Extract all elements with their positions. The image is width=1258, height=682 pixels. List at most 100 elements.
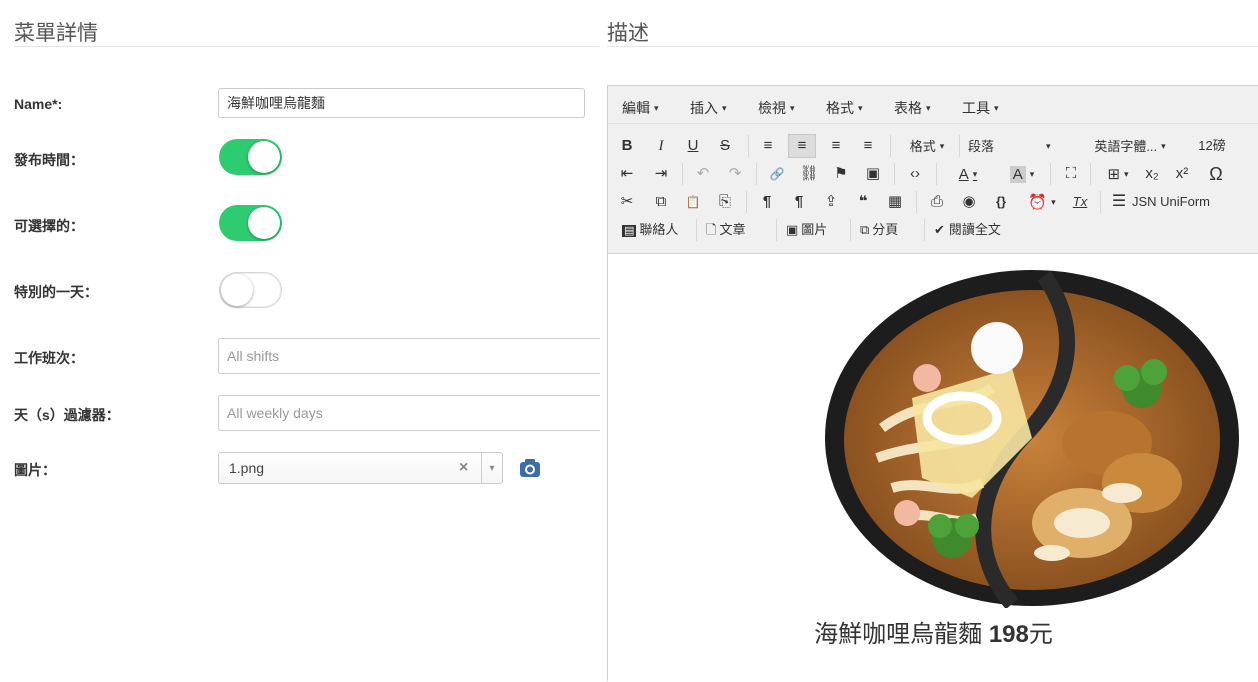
variable-icon[interactable]: {} [988,190,1014,214]
publish-toggle[interactable] [219,139,282,175]
readmore-button[interactable]: ✔ 閱讀全文 [934,218,1024,242]
preview-icon[interactable]: ◉ [958,190,980,214]
template-icon[interactable]: ▦ [884,190,906,214]
font-family-dropdown[interactable]: 英語字體... ▾ [1080,134,1180,158]
unlink-icon[interactable]: ⛓ [798,162,820,186]
omega-icon[interactable]: Ω [1204,162,1228,186]
menu-insert[interactable]: 插入 ▾ [690,98,727,118]
anchor-icon[interactable]: ⚑ [830,162,852,186]
italic-button[interactable]: I [650,134,672,158]
image-insert-button[interactable]: ▣ 圖片 [786,218,844,242]
article-button[interactable]: 🗋 文章 [706,218,768,242]
menu-table[interactable]: 表格 ▾ [894,98,931,118]
align-left-button[interactable]: ≡ [756,134,780,158]
fullscreen-icon[interactable]: ⛶ [1060,162,1082,186]
font-size-dropdown[interactable]: 12磅 [1192,134,1232,158]
menu-view[interactable]: 檢視 ▾ [758,98,795,118]
superscript-icon[interactable]: x² [1170,162,1194,186]
toggle-knob [221,274,253,306]
dish-price: 198 [988,621,1029,648]
divider [916,191,917,213]
image-select[interactable]: 1.png × ▾ [218,452,503,484]
strikethrough-button[interactable]: S [714,134,736,158]
divider [890,135,891,157]
divider [14,46,599,47]
divider [746,191,747,213]
toggle-knob [248,207,280,239]
toggle-knob [248,141,280,173]
link-icon[interactable]: 🔗 [766,162,788,186]
bold-button[interactable]: B [616,134,638,158]
paste-text-icon[interactable]: ⎘ [714,190,736,214]
divider [850,219,851,241]
code-icon[interactable]: ‹› [904,162,926,186]
dish-name: 海鮮咖哩烏龍麵 [814,621,983,648]
menu-edit[interactable]: 編輯 ▾ [622,98,659,118]
paste-icon[interactable]: 📋 [682,190,704,214]
outdent-icon[interactable]: ⇤ [616,162,638,186]
publish-label: 發布時間： [14,152,84,168]
formats-dropdown[interactable]: 格式 ▾ [900,134,954,158]
pilcrow-rtl-icon[interactable]: ¶ [788,190,810,214]
image-select-value: 1.png [229,460,265,476]
name-input[interactable] [218,88,585,118]
divider [1090,163,1091,185]
divider [696,219,697,241]
align-center-button[interactable]: ≡ [788,134,816,158]
page-title: 菜單詳情 [14,22,98,45]
special-day-toggle[interactable] [219,272,282,308]
editor-toolbar: B I U S ≡ ≡ ≡ ≡ 格式 ▾ 段落 ▾ 英語字體... ▾ 12磅 ⇤ ⇥… [608,124,1258,254]
dish-caption: 海鮮咖哩烏龍麵 198元 [608,614,1258,649]
chevron-down-icon[interactable]: ▾ [481,453,502,483]
paragraph-dropdown[interactable]: 段落 ▾ [968,134,1068,158]
text-color-button[interactable]: A ▾ [946,162,990,186]
print-icon[interactable]: ⎙ [926,190,948,214]
days-filter-input[interactable] [218,395,600,431]
subscript-icon[interactable]: x₂ [1140,162,1164,186]
bg-color-button[interactable]: A ▾ [1000,162,1044,186]
divider [924,219,925,241]
divider [776,219,777,241]
food-photo [825,270,1239,608]
menu-format[interactable]: 格式 ▾ [826,98,863,118]
divider [936,163,937,185]
divider [959,135,960,157]
list-icon[interactable]: ☰ [1108,190,1130,214]
divider [748,135,749,157]
editor-menubar: 編輯 ▾ 插入 ▾ 檢視 ▾ 格式 ▾ 表格 ▾ 工具 ▾ [608,86,1258,124]
jsn-uniform-button[interactable]: JSN UniForm [1132,190,1257,214]
clear-icon[interactable]: × [459,459,468,477]
justify-button[interactable]: ≡ [856,134,880,158]
divider [682,163,683,185]
redo-icon[interactable]: ↷ [724,162,746,186]
divider [1050,163,1051,185]
undo-icon[interactable]: ↶ [692,162,714,186]
pilcrow-ltr-icon[interactable]: ¶ [756,190,778,214]
upload-icon[interactable]: ⇪ [820,190,842,214]
align-right-button[interactable]: ≡ [824,134,848,158]
shift-label: 工作班次： [14,350,84,366]
shift-input[interactable] [218,338,600,374]
indent-icon[interactable]: ⇥ [650,162,672,186]
editor-content[interactable]: 海鮮咖哩烏龍麵 198元 [608,254,1258,682]
table-icon[interactable]: ⊞ ▾ [1098,162,1138,186]
menu-tools[interactable]: 工具 ▾ [962,98,999,118]
contact-button[interactable]: ▤ 聯絡人 [622,218,688,242]
description-title: 描述 [607,22,649,45]
divider [607,46,1258,47]
copy-icon[interactable]: ⧉ [650,190,672,214]
days-filter-label: 天（s）過濾器： [14,407,120,423]
clear-format-icon[interactable]: Tx [1068,190,1092,214]
camera-icon[interactable] [519,458,541,478]
underline-button[interactable]: U [682,134,704,158]
blockquote-icon[interactable]: ❝ [852,190,874,214]
time-icon[interactable]: ⏰ ▾ [1020,190,1064,214]
divider [894,163,895,185]
rich-text-editor[interactable]: 編輯 ▾ 插入 ▾ 檢視 ▾ 格式 ▾ 表格 ▾ 工具 ▾ B I U S ≡ ≡ ≡ ≡ … [607,85,1258,682]
image-icon[interactable]: ▣ [862,162,884,186]
selectable-label: 可選擇的： [14,218,84,234]
cut-icon[interactable]: ✂ [616,190,638,214]
pagebreak-button[interactable]: ⧉ 分頁 [860,218,920,242]
selectable-toggle[interactable] [219,205,282,241]
price-unit: 元 [1028,621,1053,648]
